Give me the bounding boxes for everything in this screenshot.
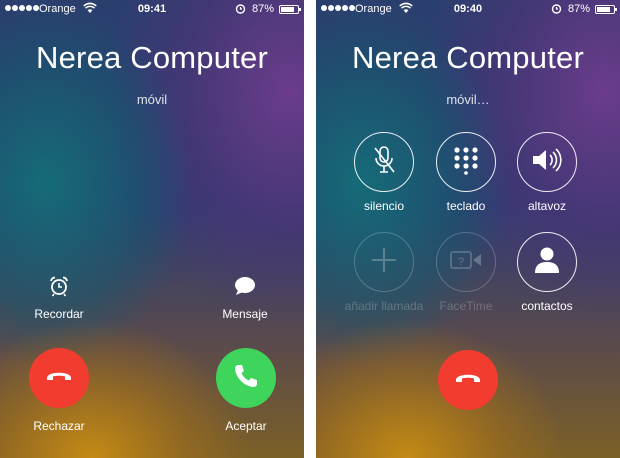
speaker-label: altavoz [527, 199, 567, 213]
outgoing-call-screen: Orange 09:40 87% Nerea Computer móvil… s… [316, 0, 620, 458]
speaker-button[interactable] [517, 132, 577, 192]
reply-message-button[interactable]: Mensaje [205, 275, 285, 321]
battery-percentage: 87% [251, 3, 274, 15]
incoming-call-screen: Orange 09:41 87% Nerea Computer móvil Re… [0, 0, 304, 458]
facetime-label: FaceTime [439, 299, 493, 313]
message-bubble-icon [205, 275, 285, 297]
alarm-status-icon [235, 3, 246, 17]
remind-me-button[interactable]: Recordar [19, 275, 99, 321]
facetime-button[interactable]: ? [436, 232, 496, 292]
speaker-icon [530, 145, 564, 180]
mute-label: silencio [363, 199, 405, 213]
keypad-icon [451, 145, 481, 180]
caller-name: Nerea Computer [36, 40, 268, 75]
contact-icon [532, 244, 562, 281]
svg-text:?: ? [458, 256, 464, 268]
battery-icon [595, 5, 617, 14]
contacts-button[interactable] [517, 232, 577, 292]
decline-label: Rechazar [33, 419, 85, 433]
facetime-icon: ? [448, 248, 484, 277]
alarm-clock-icon [19, 275, 99, 297]
accept-button[interactable] [216, 348, 276, 408]
phone-hangup-icon [44, 361, 74, 396]
alarm-status-icon [551, 3, 562, 17]
caller-name: Nerea Computer [352, 40, 584, 75]
microphone-off-icon [369, 144, 399, 181]
call-type-label: móvil [136, 92, 168, 107]
contacts-label: contactos [521, 299, 573, 313]
remind-me-label: Recordar [34, 307, 84, 321]
call-status-label: móvil… [446, 92, 490, 107]
decline-button[interactable] [29, 348, 89, 408]
battery-percentage: 87% [567, 3, 590, 15]
keypad-button[interactable] [436, 132, 496, 192]
accept-label: Aceptar [225, 419, 267, 433]
reply-message-label: Mensaje [222, 307, 268, 321]
add-call-button[interactable] [354, 232, 414, 292]
add-call-label: añadir llamada [344, 299, 424, 313]
phone-hangup-icon [453, 363, 483, 398]
phone-icon [231, 361, 261, 396]
status-bar: Orange 09:40 87% [316, 0, 620, 20]
mute-button[interactable] [354, 132, 414, 192]
end-call-button[interactable] [438, 350, 498, 410]
status-bar: Orange 09:41 87% [0, 0, 304, 20]
battery-icon [279, 5, 301, 14]
keypad-label: teclado [446, 199, 486, 213]
plus-icon [369, 245, 399, 280]
